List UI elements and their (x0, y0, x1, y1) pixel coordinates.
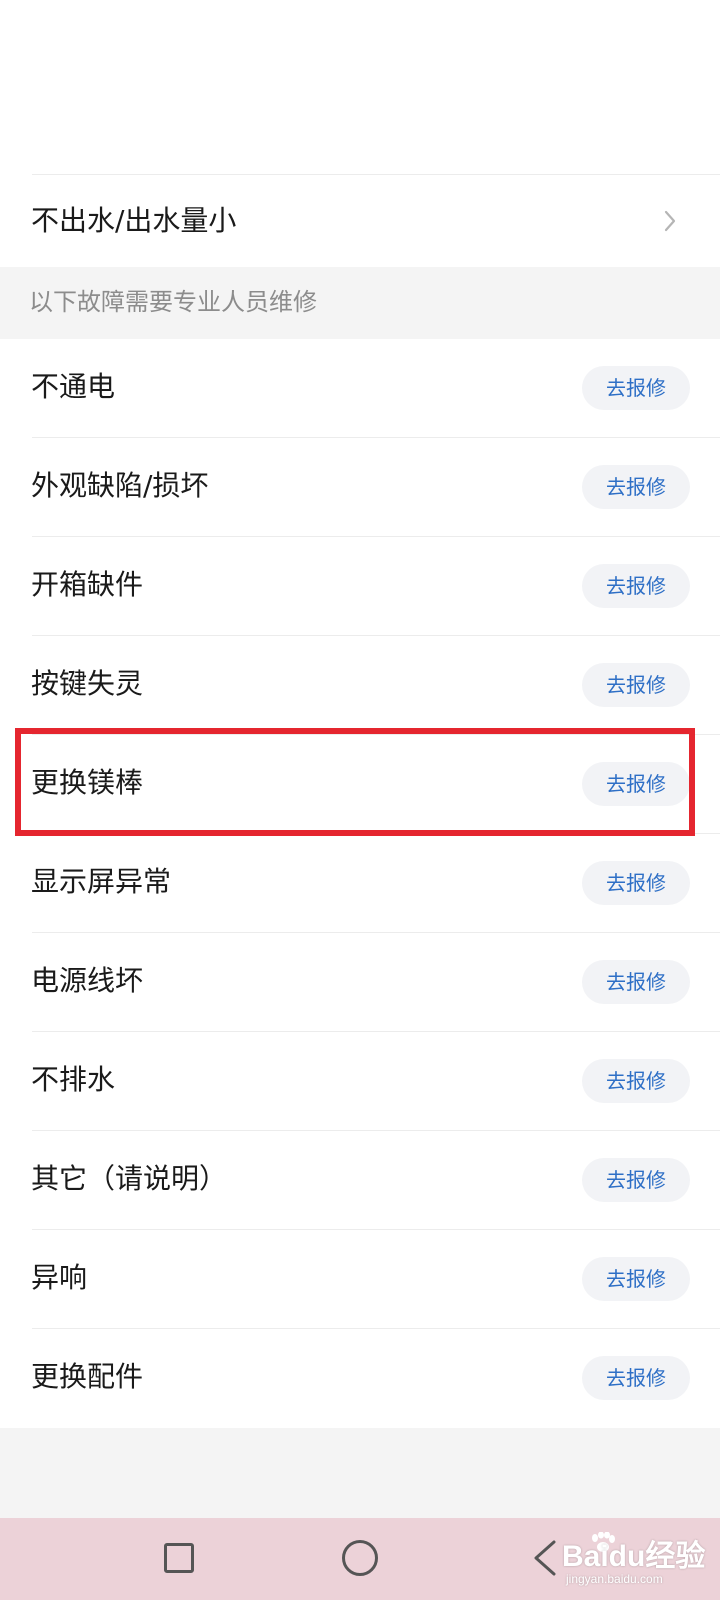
top-blank-area (0, 0, 720, 174)
report-repair-button[interactable]: 去报修 (582, 1158, 690, 1202)
report-repair-button[interactable]: 去报修 (582, 1356, 690, 1400)
fault-item: 电源线坏 去报修 (0, 933, 720, 1032)
fault-name: 外观缺陷/损坏 (31, 469, 209, 502)
fault-name: 不排水 (31, 1063, 116, 1096)
fault-item-highlighted: 更换镁棒 去报修 (0, 735, 720, 834)
fault-item: 不排水 去报修 (0, 1032, 720, 1131)
fault-item: 不通电 去报修 (0, 339, 720, 438)
fault-name: 开箱缺件 (31, 568, 144, 601)
fault-item: 显示屏异常 去报修 (0, 834, 720, 933)
bottom-spacer (0, 1428, 720, 1518)
fault-item: 开箱缺件 去报修 (0, 537, 720, 636)
report-repair-button[interactable]: 去报修 (582, 762, 690, 806)
fault-item: 异响 去报修 (0, 1230, 720, 1329)
report-repair-button[interactable]: 去报修 (582, 465, 690, 509)
fault-name: 更换镁棒 (31, 766, 144, 799)
report-repair-button[interactable]: 去报修 (582, 960, 690, 1004)
watermark-url: jingyan.baidu.com (566, 1572, 663, 1586)
fault-name: 按键失灵 (31, 667, 144, 700)
chevron-right-icon (664, 210, 676, 232)
fault-name: 电源线坏 (31, 964, 144, 997)
fault-item: 按键失灵 去报修 (0, 636, 720, 735)
fault-name: 更换配件 (31, 1360, 144, 1393)
fault-list: 不通电 去报修 外观缺陷/损坏 去报修 开箱缺件 去报修 按键失灵 去报修 更换… (0, 339, 720, 1428)
fault-item: 其它（请说明） 去报修 (0, 1131, 720, 1230)
report-repair-button[interactable]: 去报修 (582, 564, 690, 608)
section-header-text: 以下故障需要专业人员维修 (29, 288, 317, 316)
recent-apps-icon[interactable] (164, 1543, 194, 1573)
fault-item: 更换配件 去报修 (0, 1329, 720, 1428)
fault-item-no-water[interactable]: 不出水/出水量小 (0, 175, 720, 267)
baidu-jingyan-watermark: Baidu经验 jingyan.baidu.com (562, 1532, 712, 1588)
report-repair-button[interactable]: 去报修 (582, 1257, 690, 1301)
fault-item-label: 不出水/出水量小 (31, 204, 237, 237)
fault-name: 异响 (31, 1261, 88, 1294)
report-repair-button[interactable]: 去报修 (582, 663, 690, 707)
home-icon[interactable] (342, 1540, 378, 1576)
report-repair-button[interactable]: 去报修 (582, 1059, 690, 1103)
fault-name: 不通电 (31, 370, 116, 403)
report-repair-button[interactable]: 去报修 (582, 366, 690, 410)
report-repair-button[interactable]: 去报修 (582, 861, 690, 905)
section-header: 以下故障需要专业人员维修 (0, 267, 720, 339)
fault-name: 显示屏异常 (31, 865, 172, 898)
back-icon[interactable] (530, 1538, 560, 1578)
fault-item: 外观缺陷/损坏 去报修 (0, 438, 720, 537)
watermark-brand: Baidu经验 (562, 1540, 706, 1573)
fault-name: 其它（请说明） (31, 1162, 228, 1195)
